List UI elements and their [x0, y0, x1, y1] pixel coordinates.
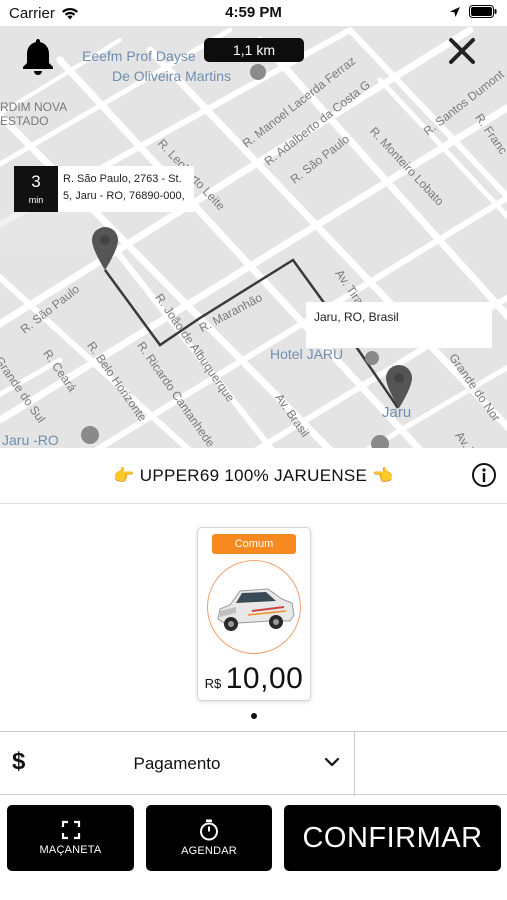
price-currency: R$: [204, 676, 222, 691]
destination-address: Jaru, RO, Brasil: [306, 302, 492, 348]
page-indicator-dot: [251, 713, 257, 719]
macaneta-label: MAÇANETA: [39, 844, 102, 856]
status-right: [449, 5, 497, 18]
eta-unit: min: [28, 195, 44, 205]
origin-address: R. São Paulo, 2763 - St. 5, Jaru - RO, 7…: [58, 166, 194, 212]
map-view[interactable]: Eeefm Prof Dayse De Oliveira Martins RDI…: [0, 26, 507, 448]
payment-row[interactable]: $ Pagamento: [0, 731, 507, 796]
status-time: 4:59 PM: [225, 4, 282, 21]
price-amount: 10,00: [225, 662, 304, 695]
status-bar: Carrier 4:59 PM: [0, 0, 507, 26]
vehicle-price: R$ 10,00: [198, 662, 310, 696]
origin-pin-icon[interactable]: [91, 226, 119, 270]
map-label-school: Eeefm Prof Dayse: [82, 48, 196, 64]
map-label-jardim-2: ESTADO: [0, 114, 49, 128]
service-title: 👉 UPPER69 100% JARUENSE 👈: [113, 465, 394, 485]
chevron-down-icon[interactable]: [324, 756, 340, 768]
timer-icon: [200, 819, 218, 841]
agendar-label: AGENDAR: [181, 845, 237, 857]
service-header: 👉 UPPER69 100% JARUENSE 👈: [0, 448, 507, 504]
macaneta-button[interactable]: MAÇANETA: [7, 805, 134, 871]
payment-label: Pagamento: [133, 754, 221, 773]
destination-pin-icon[interactable]: [385, 364, 413, 408]
eta-value: 3: [31, 172, 41, 191]
vehicle-option-card[interactable]: Comum R$ 10,00: [197, 527, 311, 701]
origin-eta-box: 3 min R. São Paulo, 2763 - St. 5, Jaru -…: [14, 166, 194, 212]
battery-icon: [469, 5, 497, 18]
car-icon: [217, 588, 295, 631]
vehicle-image: [207, 560, 301, 654]
map-label-jaru-ro: Jaru -RO: [2, 432, 59, 448]
info-icon[interactable]: [471, 462, 497, 488]
bell-icon[interactable]: [20, 36, 56, 76]
close-icon[interactable]: [447, 36, 477, 66]
map-label-jardim: RDIM NOVA: [0, 100, 68, 114]
expand-icon: [61, 820, 80, 840]
eta-value-box: 3 min: [14, 166, 58, 212]
agendar-button[interactable]: AGENDAR: [146, 805, 272, 871]
confirmar-label: CONFIRMAR: [302, 821, 483, 854]
vehicle-category-badge: Comum: [212, 534, 296, 554]
distance-badge: 1,1 km: [204, 38, 304, 62]
map-label-school-2: De Oliveira Martins: [112, 68, 232, 84]
map-label-hotel: Hotel JARU: [270, 346, 344, 362]
confirmar-button[interactable]: CONFIRMAR: [284, 805, 501, 871]
location-arrow-icon: [450, 6, 460, 17]
payment-divider: [354, 732, 355, 796]
